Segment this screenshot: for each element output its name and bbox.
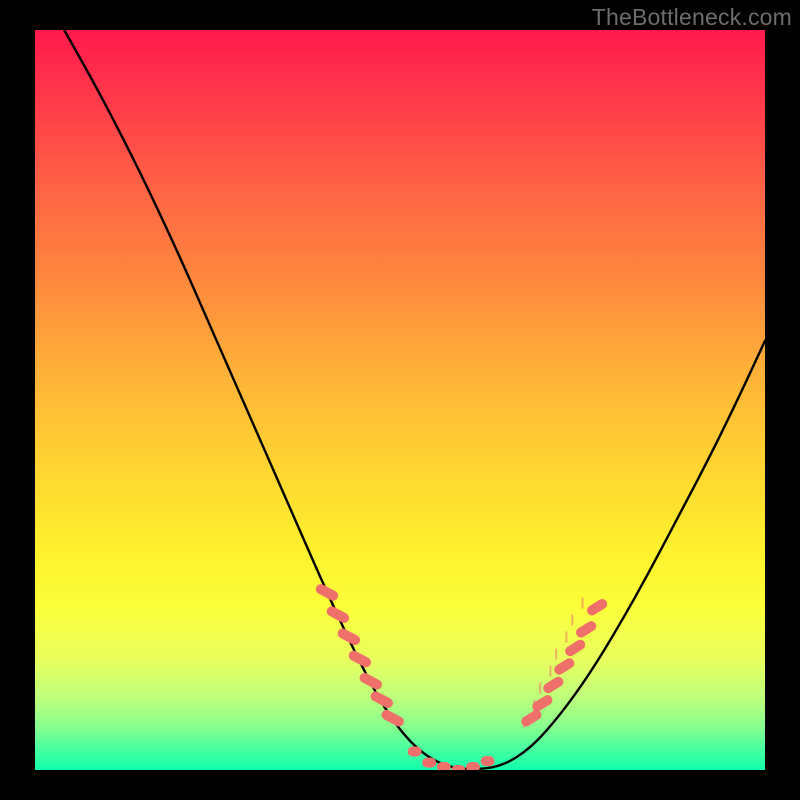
curve-marker xyxy=(541,675,565,695)
plot-area xyxy=(35,30,765,770)
curve-marker xyxy=(347,649,373,669)
curve-marker xyxy=(408,747,422,757)
curve-marker xyxy=(380,708,406,728)
marker-group xyxy=(314,582,609,770)
curve-marker xyxy=(369,690,395,710)
curve-marker xyxy=(574,619,598,639)
curve-marker xyxy=(336,627,362,647)
chart-frame: TheBottleneck.com xyxy=(0,0,800,800)
curve-marker xyxy=(451,765,465,770)
bottleneck-curve xyxy=(64,30,765,769)
curve-marker xyxy=(358,671,384,691)
chart-svg xyxy=(35,30,765,770)
curve-marker xyxy=(519,708,543,728)
curve-marker xyxy=(466,762,480,770)
watermark-text: TheBottleneck.com xyxy=(592,4,792,31)
curve-marker xyxy=(437,762,451,770)
curve-marker xyxy=(422,758,436,768)
curve-marker xyxy=(325,605,351,625)
curve-marker xyxy=(481,756,495,766)
curve-marker xyxy=(314,582,340,602)
curve-marker xyxy=(585,597,609,617)
